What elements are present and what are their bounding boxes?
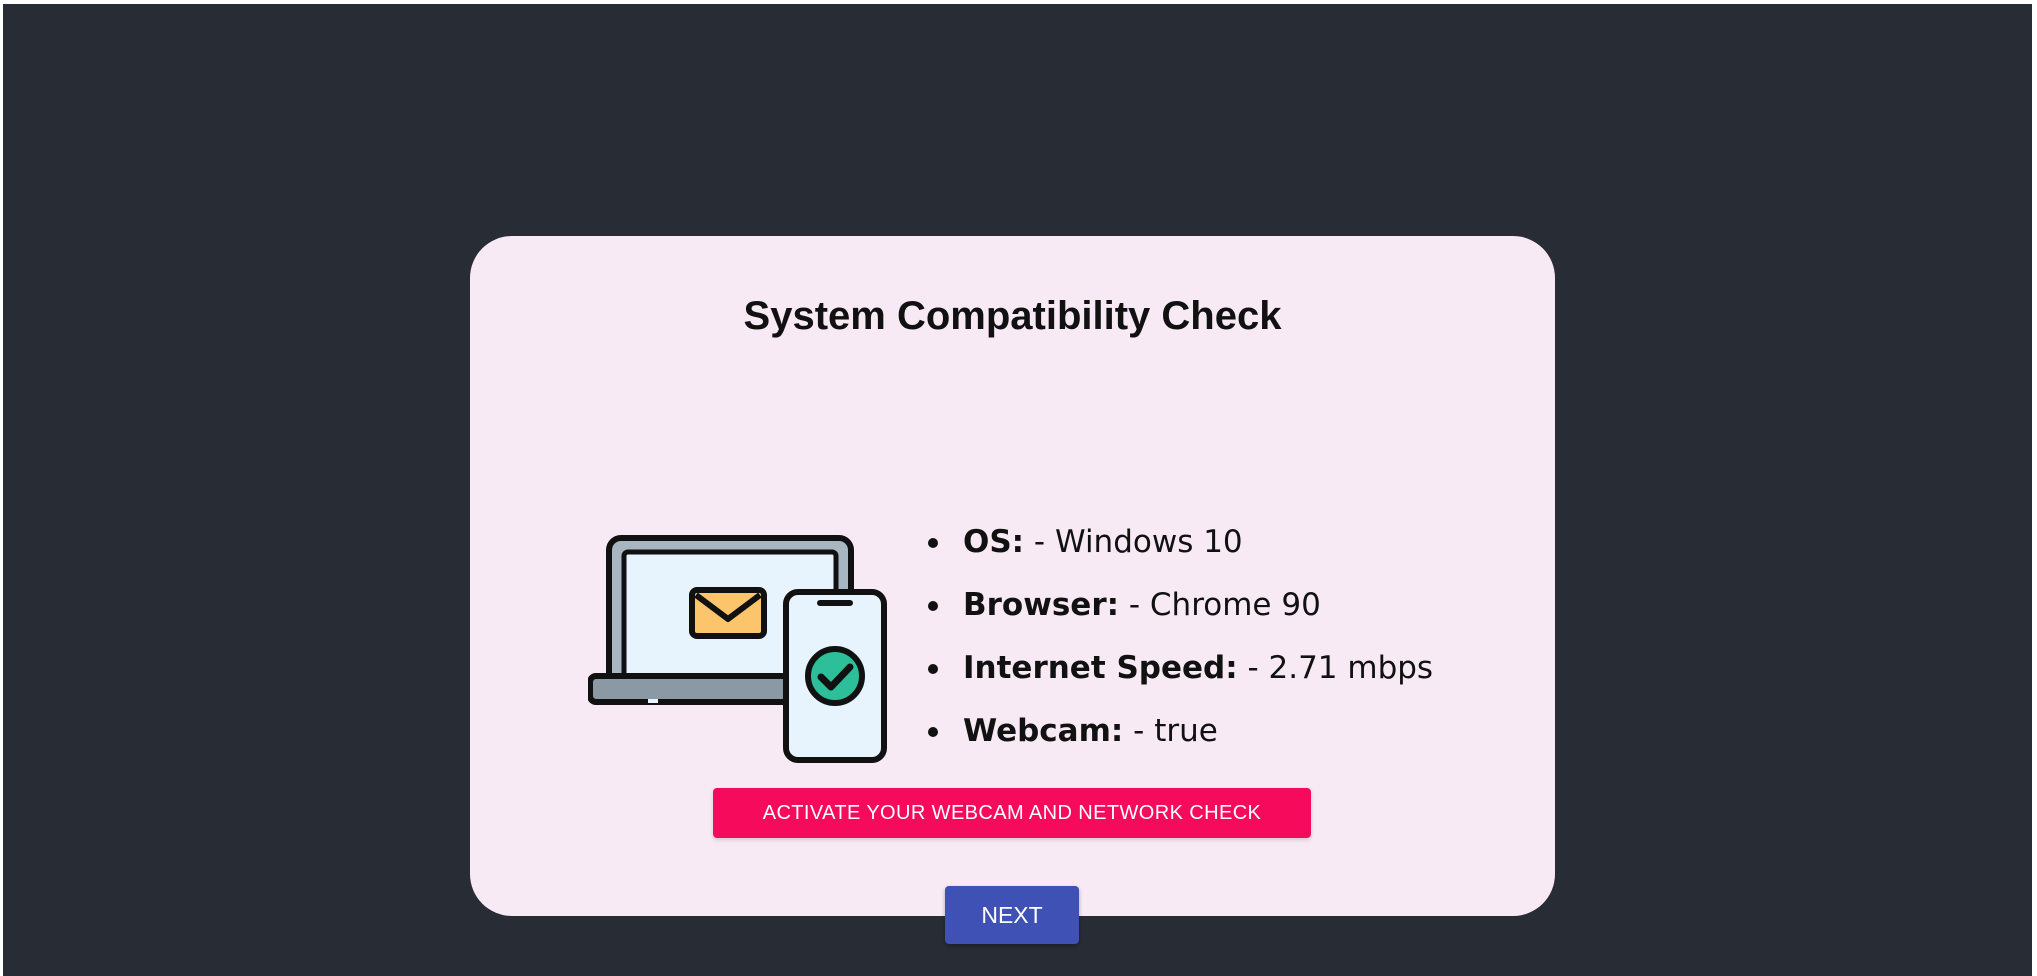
spec-internet-speed-label: Internet Speed:	[963, 650, 1238, 686]
spec-browser: Browser: - Chrome 90	[928, 574, 1433, 637]
compatibility-card: System Compatibility Check OS: - Windows…	[470, 236, 1555, 916]
spec-internet-speed-value: - 2.71 mbps	[1237, 650, 1434, 686]
activate-webcam-network-check-button[interactable]: ACTIVATE YOUR WEBCAM AND NETWORK CHECK	[713, 788, 1311, 838]
check-circle-icon	[805, 646, 865, 706]
spec-browser-value: - Chrome 90	[1119, 587, 1321, 623]
spec-browser-label: Browser:	[963, 587, 1120, 623]
spec-webcam: Webcam: - true	[928, 700, 1433, 763]
page-background: System Compatibility Check OS: - Windows…	[3, 4, 2032, 976]
mail-icon	[689, 587, 767, 639]
spec-webcam-label: Webcam:	[963, 713, 1124, 749]
next-button[interactable]: NEXT	[945, 886, 1079, 944]
spec-internet-speed: Internet Speed: - 2.71 mbps	[928, 637, 1433, 700]
spec-os-value: - Windows 10	[1024, 524, 1243, 560]
spec-webcam-value: - true	[1123, 713, 1218, 749]
card-title: System Compatibility Check	[743, 294, 1282, 338]
system-specs-list: OS: - Windows 10 Browser: - Chrome 90 In…	[928, 511, 1433, 763]
spec-os: OS: - Windows 10	[928, 511, 1433, 574]
spec-os-label: OS:	[963, 524, 1025, 560]
device-illustration	[588, 535, 887, 763]
